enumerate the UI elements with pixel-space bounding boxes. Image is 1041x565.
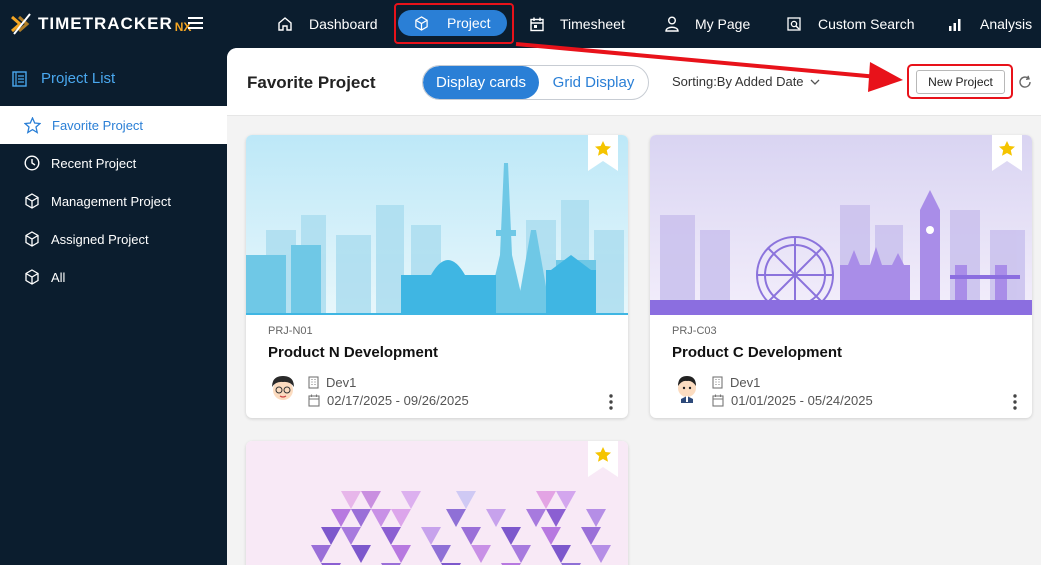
sidebar-item-assigned[interactable]: Assigned Project [0, 220, 227, 258]
project-name[interactable]: Product N Development [268, 344, 438, 361]
project-department: Dev1 [308, 375, 356, 390]
chevron-down-icon [810, 79, 819, 85]
project-code: PRJ-C03 [672, 325, 717, 337]
favorite-star-icon[interactable] [588, 441, 618, 477]
card-cover-tokyo [246, 135, 628, 315]
list-icon [12, 70, 27, 87]
sidebar-item-label: Recent Project [51, 155, 137, 171]
bar-chart-icon [949, 19, 961, 31]
sidebar-item-label: Assigned Project [51, 231, 149, 247]
sidebar-item-management[interactable]: Management Project [0, 182, 227, 220]
view-toggle: Display cards Grid Display [422, 65, 649, 100]
building-icon [712, 376, 723, 389]
nav-dashboard[interactable]: Dashboard [277, 9, 378, 39]
project-card[interactable]: PRJ-C03 Product C Development Dev1 01/01… [650, 135, 1032, 418]
nav-label: Analysis [980, 16, 1033, 32]
more-options-icon[interactable] [1012, 393, 1018, 411]
user-icon [665, 16, 679, 32]
nav-analysis[interactable]: Analysis [948, 9, 1032, 39]
cube-icon [25, 193, 39, 209]
main-content: Favorite Project Display cards Grid Disp… [227, 48, 1041, 565]
calendar-icon [308, 394, 320, 407]
project-period: 02/17/2025 - 09/26/2025 [308, 393, 469, 408]
card-cover-triangles [246, 441, 628, 565]
nav-label: Timesheet [560, 16, 625, 32]
sidebar-title-label: Project List [41, 70, 116, 87]
project-period: 01/01/2025 - 05/24/2025 [712, 393, 873, 408]
sorting-label: Sorting:By Added Date [672, 74, 804, 89]
sorting-dropdown[interactable]: Sorting:By Added Date [672, 74, 820, 89]
sidebar-item-label: All [51, 269, 66, 285]
avatar [272, 376, 294, 400]
project-name[interactable]: Product C Development [672, 344, 842, 361]
card-cover-london [650, 135, 1032, 315]
nav-project-annotation-box [394, 3, 514, 44]
nav-label: Custom Search [818, 16, 915, 32]
search-doc-icon [787, 16, 801, 31]
favorite-star-icon[interactable] [992, 135, 1022, 171]
sidebar: Project List Favorite Project Recent Pro… [0, 48, 227, 565]
nav-label: My Page [695, 16, 751, 32]
cube-icon [25, 269, 39, 285]
top-bar: TIMETRACKER NX Dashboard Project Timeshe… [0, 0, 1041, 48]
home-icon [278, 17, 292, 31]
favorite-star-icon[interactable] [588, 135, 618, 171]
calendar-icon [712, 394, 724, 407]
new-project-button[interactable]: New Project [916, 70, 1005, 94]
sidebar-item-recent[interactable]: Recent Project [0, 144, 227, 182]
star-icon [24, 116, 41, 134]
sidebar-item-all[interactable]: All [0, 258, 227, 296]
sidebar-item-label: Favorite Project [52, 117, 144, 133]
more-options-icon[interactable] [608, 393, 614, 411]
nav-my-page[interactable]: My Page [665, 9, 750, 39]
nav-label: Dashboard [309, 16, 378, 32]
cube-icon [25, 231, 39, 247]
nav-timesheet[interactable]: Timesheet [530, 9, 625, 39]
logo-mark-icon [11, 13, 31, 35]
new-project-annotation-box: New Project [907, 64, 1013, 99]
period-label: 02/17/2025 - 09/26/2025 [327, 393, 469, 408]
sidebar-item-favorite[interactable]: Favorite Project [0, 106, 227, 144]
nav-custom-search[interactable]: Custom Search [787, 9, 914, 39]
project-card[interactable]: PRJ-N01 Product N Development Dev1 02/17… [246, 135, 628, 418]
building-icon [308, 376, 319, 389]
app-logo[interactable]: TIMETRACKER NX [10, 11, 191, 37]
grid-display-button[interactable]: Grid Display [539, 66, 648, 99]
calendar-icon [530, 17, 544, 31]
department-label: Dev1 [730, 375, 761, 390]
project-department: Dev1 [712, 375, 760, 390]
menu-icon[interactable] [187, 14, 205, 32]
sidebar-title: Project List [12, 70, 115, 87]
page-title: Favorite Project [247, 73, 376, 92]
sidebar-item-label: Management Project [51, 193, 171, 209]
period-label: 01/01/2025 - 05/24/2025 [731, 393, 873, 408]
project-card[interactable] [246, 441, 628, 565]
logo-text: TIMETRACKER [38, 14, 173, 33]
project-code: PRJ-N01 [268, 325, 313, 337]
department-label: Dev1 [326, 375, 357, 390]
content-header: Favorite Project Display cards Grid Disp… [227, 48, 1041, 116]
clock-icon [24, 155, 40, 171]
avatar [678, 376, 696, 403]
refresh-icon[interactable] [1018, 75, 1032, 89]
display-cards-button[interactable]: Display cards [423, 66, 539, 99]
